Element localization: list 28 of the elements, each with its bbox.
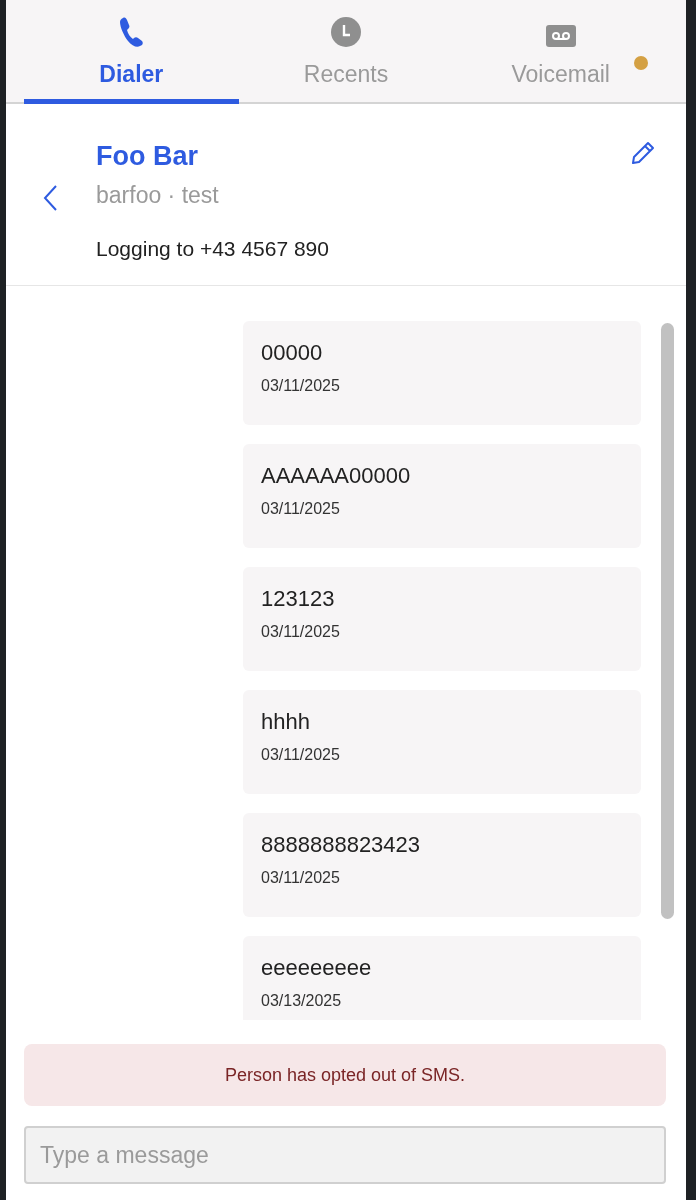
phone-icon	[119, 16, 144, 47]
message-date: 03/11/2025	[261, 621, 341, 642]
message-date: 03/11/2025	[261, 375, 341, 396]
edit-button[interactable]	[630, 140, 656, 166]
tab[interactable]: Voicemail	[453, 0, 668, 104]
clock-icon	[331, 16, 361, 47]
message-text: AAAAAA00000	[261, 462, 412, 490]
message-text: 123123	[261, 585, 336, 613]
message-date: 03/13/2025	[261, 990, 343, 1011]
message-text: 8888888823423	[261, 831, 422, 859]
opt-out-alert: Person has opted out of SMS.	[24, 1044, 666, 1106]
message-text: 00000	[261, 339, 324, 367]
message-date: 03/11/2025	[261, 867, 341, 888]
contact-name: Foo Bar	[96, 140, 199, 173]
back-button[interactable]	[42, 183, 58, 212]
pencil-icon	[630, 140, 656, 166]
tab[interactable]: Recents	[238, 0, 454, 104]
message-date: 03/11/2025	[261, 498, 341, 519]
back-icon	[42, 183, 58, 212]
voicemail-icon	[545, 24, 576, 47]
message-date: 03/11/2025	[261, 744, 341, 765]
message-input[interactable]: Type a message	[24, 1126, 666, 1184]
logging-number: Logging to +43 4567 890	[96, 235, 330, 262]
contact-subtitle: barfoo · test	[96, 181, 220, 211]
scrollbar[interactable]	[661, 323, 674, 919]
tab[interactable]: Dialer	[24, 0, 239, 104]
message-text: eeeeeeeee	[261, 954, 373, 982]
message-text: hhhh	[261, 708, 311, 736]
